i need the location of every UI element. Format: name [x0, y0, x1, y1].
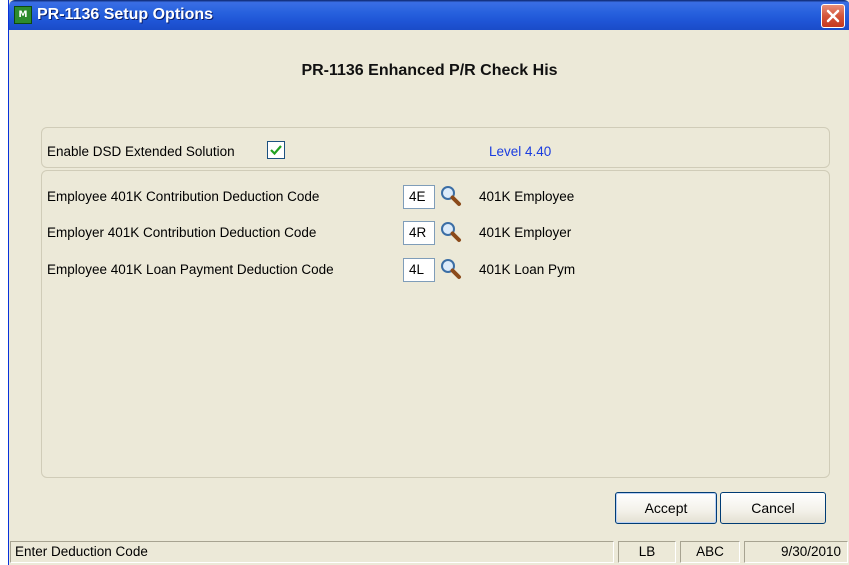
- level-text: Level 4.40: [489, 144, 552, 159]
- status-date: 9/30/2010: [744, 541, 848, 563]
- search-icon[interactable]: [440, 185, 462, 207]
- status-message: Enter Deduction Code: [10, 541, 614, 563]
- loan-payment-code-input[interactable]: 4L: [403, 258, 435, 282]
- status-user: LB: [618, 541, 676, 563]
- close-button[interactable]: [821, 4, 845, 28]
- status-company: ABC: [680, 541, 740, 563]
- cancel-button[interactable]: Cancel: [720, 492, 826, 524]
- search-icon[interactable]: [440, 221, 462, 243]
- employee-contribution-code-input[interactable]: 4E: [403, 185, 435, 209]
- page-heading: PR-1136 Enhanced P/R Check His: [301, 62, 558, 79]
- checkmark-icon: [270, 145, 282, 156]
- setup-options-window: M PR-1136 Setup Options PR-1136 Enhanced…: [8, 0, 849, 565]
- employer-contribution-code-input[interactable]: 4R: [403, 221, 435, 245]
- app-icon: M: [14, 6, 32, 24]
- enable-label: Enable DSD Extended Solution: [47, 144, 235, 159]
- loan-payment-description: 401K Loan Pym: [479, 262, 576, 277]
- employer-contribution-description: 401K Employer: [479, 225, 572, 240]
- employer-contribution-label: Employer 401K Contribution Deduction Cod…: [47, 225, 317, 240]
- employee-contribution-label: Employee 401K Contribution Deduction Cod…: [47, 189, 320, 204]
- employee-contribution-description: 401K Employee: [479, 189, 575, 204]
- search-icon[interactable]: [440, 258, 462, 280]
- accept-button[interactable]: Accept: [615, 492, 717, 524]
- status-bar: Enter Deduction Code LB ABC 9/30/2010: [9, 537, 849, 565]
- enable-checkbox[interactable]: [267, 141, 285, 159]
- window-title: PR-1136 Setup Options: [37, 6, 214, 23]
- title-bar[interactable]: M PR-1136 Setup Options: [9, 0, 849, 30]
- close-icon: [826, 9, 840, 23]
- deduction-panel: [41, 170, 830, 478]
- loan-payment-label: Employee 401K Loan Payment Deduction Cod…: [47, 262, 334, 277]
